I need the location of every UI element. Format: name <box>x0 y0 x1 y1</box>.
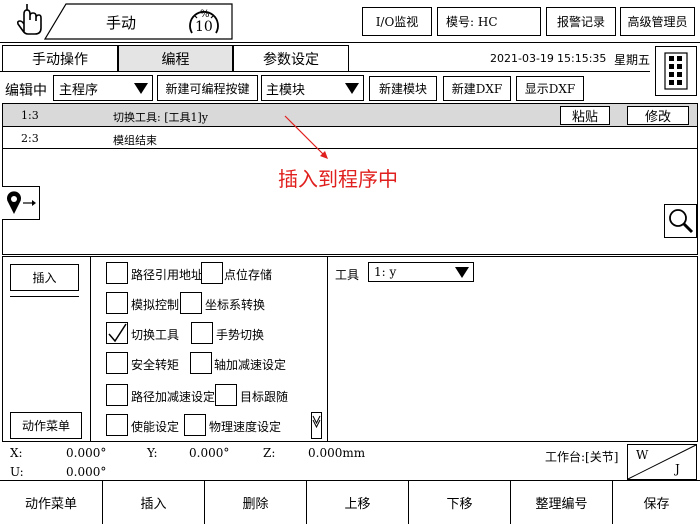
alarm-log-button[interactable]: 报警记录 <box>546 7 616 36</box>
show-dxf-button[interactable]: 显示DXF <box>516 76 584 101</box>
checkbox-path-accel-setting[interactable] <box>106 384 128 406</box>
gauge-value: 10 <box>195 19 213 35</box>
chevron-down-icon <box>312 415 321 429</box>
label-coordinate-transform: 坐标系转换 <box>205 298 266 312</box>
mode-label: 手动 <box>106 14 137 32</box>
bottom-move-down-button[interactable]: 下移 <box>409 481 511 524</box>
location-pin-icon <box>6 191 36 214</box>
new-programmable-key-button[interactable]: 新建可编程按键 <box>157 75 258 101</box>
label-safe-torque: 安全转矩 <box>131 358 180 372</box>
checkbox-analog-control[interactable] <box>106 292 128 314</box>
checkbox-point-storage[interactable] <box>201 262 223 284</box>
tool-label: 工具 <box>335 268 360 282</box>
model-display[interactable]: 模号: HC <box>437 7 541 36</box>
chevron-down-icon <box>455 266 469 278</box>
tab-parameter-settings[interactable]: 参数设定 <box>233 45 349 71</box>
program-list-button[interactable] <box>655 46 697 96</box>
x-value: 0.000° <box>66 446 107 460</box>
chevron-down-icon <box>134 82 148 94</box>
z-value: 0.000mm <box>308 446 366 460</box>
y-label: Y: <box>147 446 158 460</box>
user-level-button[interactable]: 高级管理员 <box>620 7 695 36</box>
new-module-button[interactable]: 新建模块 <box>369 76 437 101</box>
bottom-action-menu-button[interactable]: 动作菜单 <box>0 481 103 524</box>
search-button[interactable] <box>664 204 697 238</box>
u-label: U: <box>10 465 24 479</box>
label-path-accel-setting: 路径加减速设定 <box>131 390 216 404</box>
coordinate-mode-button[interactable]: W J <box>627 444 697 480</box>
y-value: 0.000° <box>189 446 230 460</box>
checkmark-icon <box>108 323 127 343</box>
weekday-display: 星期五 <box>614 53 651 67</box>
magnifier-icon <box>668 209 693 234</box>
program-select-value: 主程序 <box>59 82 99 98</box>
annotation-arrow <box>284 115 328 159</box>
line-text: 模组结束 <box>113 134 157 147</box>
time-display: 15:15:35 <box>557 52 607 65</box>
module-select[interactable]: 主模块 <box>261 75 364 101</box>
world-mode-label: W <box>636 448 649 462</box>
modify-button[interactable]: 修改 <box>627 106 689 125</box>
annotation-text: 插入到程序中 <box>278 167 398 191</box>
paste-button[interactable]: 粘贴 <box>560 106 610 125</box>
label-physical-speed-setting: 物理速度设定 <box>209 420 282 434</box>
new-dxf-button[interactable]: 新建DXF <box>443 76 511 101</box>
line-text: 切换工具: [工具1]y <box>113 111 208 124</box>
label-path-ref-address: 路径引用地址 <box>131 268 204 282</box>
label-point-storage: 点位存储 <box>224 268 273 282</box>
chevron-down-icon <box>345 82 359 94</box>
checkbox-safe-torque[interactable] <box>106 352 128 374</box>
checkbox-axis-accel-setting[interactable] <box>190 352 212 374</box>
hand-icon[interactable] <box>14 2 44 36</box>
insert-mode-button[interactable]: 插入 <box>10 264 79 291</box>
joint-mode-label: J <box>675 462 680 476</box>
bottom-renumber-button[interactable]: 整理编号 <box>511 481 613 524</box>
checkbox-enable-setting[interactable] <box>106 414 128 436</box>
locate-button[interactable] <box>2 186 40 220</box>
checkbox-physical-speed-setting[interactable] <box>184 414 206 436</box>
label-target-follow: 目标跟随 <box>240 390 289 404</box>
checkbox-gesture-switch[interactable] <box>191 322 213 344</box>
checkbox-switch-tool[interactable] <box>106 322 128 344</box>
edit-status-label: 编辑中 <box>5 83 47 99</box>
date-display: 2021-03-19 <box>490 52 554 65</box>
label-gesture-switch: 手势切换 <box>216 328 265 342</box>
line-number: 2:3 <box>21 132 39 145</box>
label-analog-control: 模拟控制 <box>131 298 180 312</box>
scroll-down-button[interactable] <box>311 412 322 439</box>
workbench-status: 工作台:[关节] <box>545 450 619 464</box>
program-line[interactable]: 2:3 模组结束 <box>3 128 697 149</box>
tab-manual-operation[interactable]: 手动操作 <box>2 45 118 71</box>
bottom-insert-button[interactable]: 插入 <box>103 481 205 524</box>
bottom-save-button[interactable]: 保存 <box>613 481 700 524</box>
z-label: Z: <box>263 446 276 460</box>
speed-gauge[interactable]: % 10 <box>186 5 222 39</box>
u-value: 0.000° <box>66 465 107 479</box>
bottom-delete-button[interactable]: 删除 <box>205 481 307 524</box>
checkbox-path-ref-address[interactable] <box>106 262 128 284</box>
tool-select-value: 1: y <box>374 265 397 279</box>
program-select[interactable]: 主程序 <box>53 75 153 101</box>
grid-list-icon <box>664 52 688 90</box>
checkbox-target-follow[interactable] <box>215 384 237 406</box>
line-number: 1:3 <box>21 109 39 122</box>
io-monitor-button[interactable]: I/O监视 <box>362 7 432 36</box>
action-menu-button[interactable]: 动作菜单 <box>10 412 82 439</box>
tool-select[interactable]: 1: y <box>368 262 474 282</box>
tab-programming[interactable]: 编程 <box>118 45 233 71</box>
label-switch-tool: 切换工具 <box>131 328 180 342</box>
label-axis-accel-setting: 轴加减速设定 <box>214 358 287 372</box>
label-enable-setting: 使能设定 <box>131 420 180 434</box>
module-select-value: 主模块 <box>266 82 306 98</box>
checkbox-coordinate-transform[interactable] <box>180 292 202 314</box>
x-label: X: <box>10 446 23 460</box>
bottom-move-up-button[interactable]: 上移 <box>307 481 409 524</box>
